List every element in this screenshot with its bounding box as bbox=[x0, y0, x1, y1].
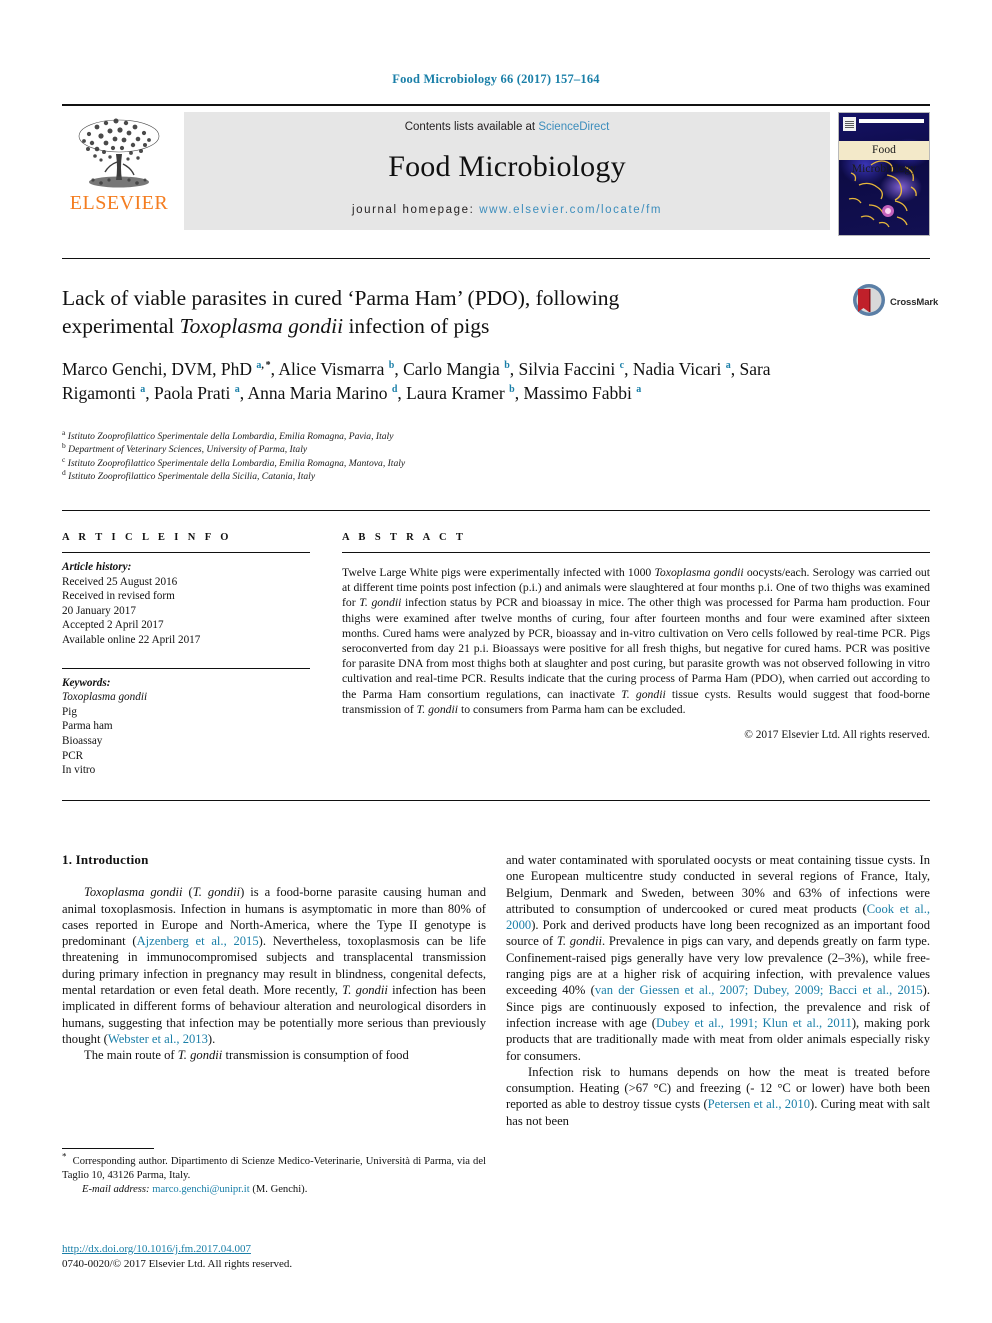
abstract-column: A B S T R A C T Twelve Large White pigs … bbox=[342, 532, 930, 741]
homepage-url-link[interactable]: www.elsevier.com/locate/fm bbox=[479, 204, 662, 216]
cover-journal-title: Food Microbiology bbox=[851, 144, 917, 175]
abstract-heading: A B S T R A C T bbox=[342, 532, 467, 543]
running-head: Food Microbiology 66 (2017) 157–164 bbox=[392, 72, 600, 86]
journal-title: Food Microbiology bbox=[388, 150, 626, 183]
article-info-rule bbox=[62, 552, 310, 553]
article-history-label: Article history: bbox=[62, 561, 132, 573]
title-line-2-prefix: experimental bbox=[62, 314, 180, 338]
title-species-name: Toxoplasma gondii bbox=[179, 314, 344, 338]
cover-top-bar bbox=[859, 119, 924, 123]
paragraph: The main route of T. gondii transmission… bbox=[84, 1048, 409, 1063]
paragraph: Toxoplasma gondii (T. gondii) is a food-… bbox=[62, 885, 487, 1046]
homepage-label: journal homepage: bbox=[351, 204, 480, 216]
affiliation-text: Istituto Zooprofilattico Sperimentale de… bbox=[67, 457, 406, 469]
email-label: E-mail address: bbox=[82, 1184, 150, 1195]
affiliation-marker: a bbox=[62, 427, 66, 437]
crossmark-badge[interactable]: CrossMark bbox=[852, 283, 938, 325]
journal-homepage-line: journal homepage: www.elsevier.com/locat… bbox=[184, 204, 830, 216]
affiliation-item: a Istituto Zooprofilattico Sperimentale … bbox=[62, 427, 662, 443]
affiliation-text: Istituto Zooprofilattico Sperimentale de… bbox=[67, 431, 394, 442]
history-item: Accepted 2 April 2017 bbox=[62, 619, 164, 632]
author-list: Marco Genchi, DVM, PhD a, *, Alice Visma… bbox=[62, 359, 771, 403]
history-item: 20 January 2017 bbox=[62, 604, 136, 617]
cover-elsevier-mark bbox=[843, 117, 856, 131]
info-divider-bottom bbox=[62, 800, 930, 801]
affiliation-text: Department of Veterinary Sciences, Unive… bbox=[68, 444, 308, 456]
contents-prefix: Contents lists available at bbox=[404, 121, 539, 133]
page-title: Lack of viable parasites in cured ‘Parma… bbox=[62, 284, 762, 340]
abstract-rule bbox=[342, 552, 930, 553]
affiliation-text: Istituto Zooprofilattico Sperimentale de… bbox=[68, 471, 316, 483]
sciencedirect-link[interactable]: ScienceDirect bbox=[538, 121, 609, 133]
cover-title-band: Food Microbiology bbox=[839, 141, 929, 175]
keyword-item: Pig bbox=[62, 705, 77, 718]
page-footer: http://dx.doi.org/10.1016/j.fm.2017.04.0… bbox=[62, 1242, 492, 1272]
affiliation-marker: b bbox=[62, 441, 66, 451]
email-line: E-mail address: marco.genchi@unipr.it (M… bbox=[62, 1183, 486, 1197]
affiliation-item: d Istituto Zooprofilattico Sperimentale … bbox=[62, 468, 662, 483]
journal-masthead: ELSEVIER Contents lists available at Sci… bbox=[62, 104, 930, 236]
affiliation-item: c Istituto Zooprofilattico Sperimentale … bbox=[62, 454, 662, 470]
email-suffix: (M. Genchi). bbox=[252, 1184, 308, 1195]
keyword-item: In vitro bbox=[62, 764, 96, 777]
title-divider bbox=[62, 258, 930, 259]
history-item: Received in revised form bbox=[62, 590, 175, 603]
elsevier-tree-icon bbox=[78, 118, 160, 188]
affiliation-marker: d bbox=[62, 468, 66, 478]
corresponding-author-note: * Corresponding author. Dipartimento di … bbox=[62, 1151, 486, 1197]
journal-banner: Contents lists available at ScienceDirec… bbox=[184, 112, 830, 230]
contents-list-line: Contents lists available at ScienceDirec… bbox=[184, 121, 830, 133]
paragraph: and water contaminated with sporulated o… bbox=[506, 853, 930, 1063]
abstract-text: Twelve Large White pigs were experimenta… bbox=[342, 566, 931, 716]
email-link[interactable]: marco.genchi@unipr.it bbox=[152, 1184, 249, 1195]
affiliation-list: a Istituto Zooprofilattico Sperimentale … bbox=[62, 427, 662, 484]
body-column-left: 1. Introduction Toxoplasma gondii (T. go… bbox=[62, 852, 486, 1064]
body-column-right: and water contaminated with sporulated o… bbox=[506, 852, 930, 1129]
history-item: Available online 22 April 2017 bbox=[62, 633, 201, 646]
issn-copyright-line: 0740-0020/© 2017 Elsevier Ltd. All right… bbox=[62, 1258, 293, 1270]
title-line-2-suffix: infection of pigs bbox=[343, 314, 490, 338]
elsevier-wordmark: ELSEVIER bbox=[69, 192, 169, 214]
keyword-item: Parma ham bbox=[62, 720, 113, 733]
keyword-item: Bioassay bbox=[62, 734, 103, 747]
keywords-block: Keywords: Toxoplasma gondii Pig Parma ha… bbox=[62, 676, 310, 778]
article-info-column: A R T I C L E I N F O Article history: R… bbox=[62, 532, 310, 778]
keywords-rule bbox=[62, 667, 310, 669]
paragraph: Infection risk to humans depends on how … bbox=[506, 1064, 930, 1128]
affiliation-item: b Department of Veterinary Sciences, Uni… bbox=[62, 441, 662, 456]
doi-link[interactable]: http://dx.doi.org/10.1016/j.fm.2017.04.0… bbox=[62, 1243, 251, 1255]
keywords-label: Keywords: bbox=[62, 676, 111, 689]
corresponding-author-text: * Corresponding author. Dipartimento di … bbox=[62, 1151, 486, 1181]
article-history-block: Article history: Received 25 August 2016… bbox=[62, 560, 310, 648]
journal-cover-thumbnail[interactable]: Food Microbiology bbox=[838, 112, 930, 236]
crossmark-icon bbox=[853, 284, 885, 316]
footnote-divider bbox=[62, 1148, 154, 1149]
keyword-item: Toxoplasma gondii bbox=[62, 691, 148, 704]
section-heading-introduction: 1. Introduction bbox=[62, 852, 149, 867]
paper-page: Food Microbiology 66 (2017) 157–164 ELSE… bbox=[0, 0, 992, 1323]
article-info-heading: A R T I C L E I N F O bbox=[62, 532, 232, 543]
info-divider-top bbox=[62, 510, 930, 511]
crossmark-label: CrossMark bbox=[890, 297, 939, 308]
elsevier-logo: ELSEVIER bbox=[62, 112, 184, 213]
affiliation-marker: c bbox=[62, 454, 66, 464]
history-item: Received 25 August 2016 bbox=[62, 575, 178, 588]
keyword-item: PCR bbox=[62, 749, 84, 762]
title-line-1: Lack of viable parasites in cured ‘Parma… bbox=[62, 286, 620, 310]
abstract-copyright: © 2017 Elsevier Ltd. All rights reserved… bbox=[744, 729, 930, 742]
